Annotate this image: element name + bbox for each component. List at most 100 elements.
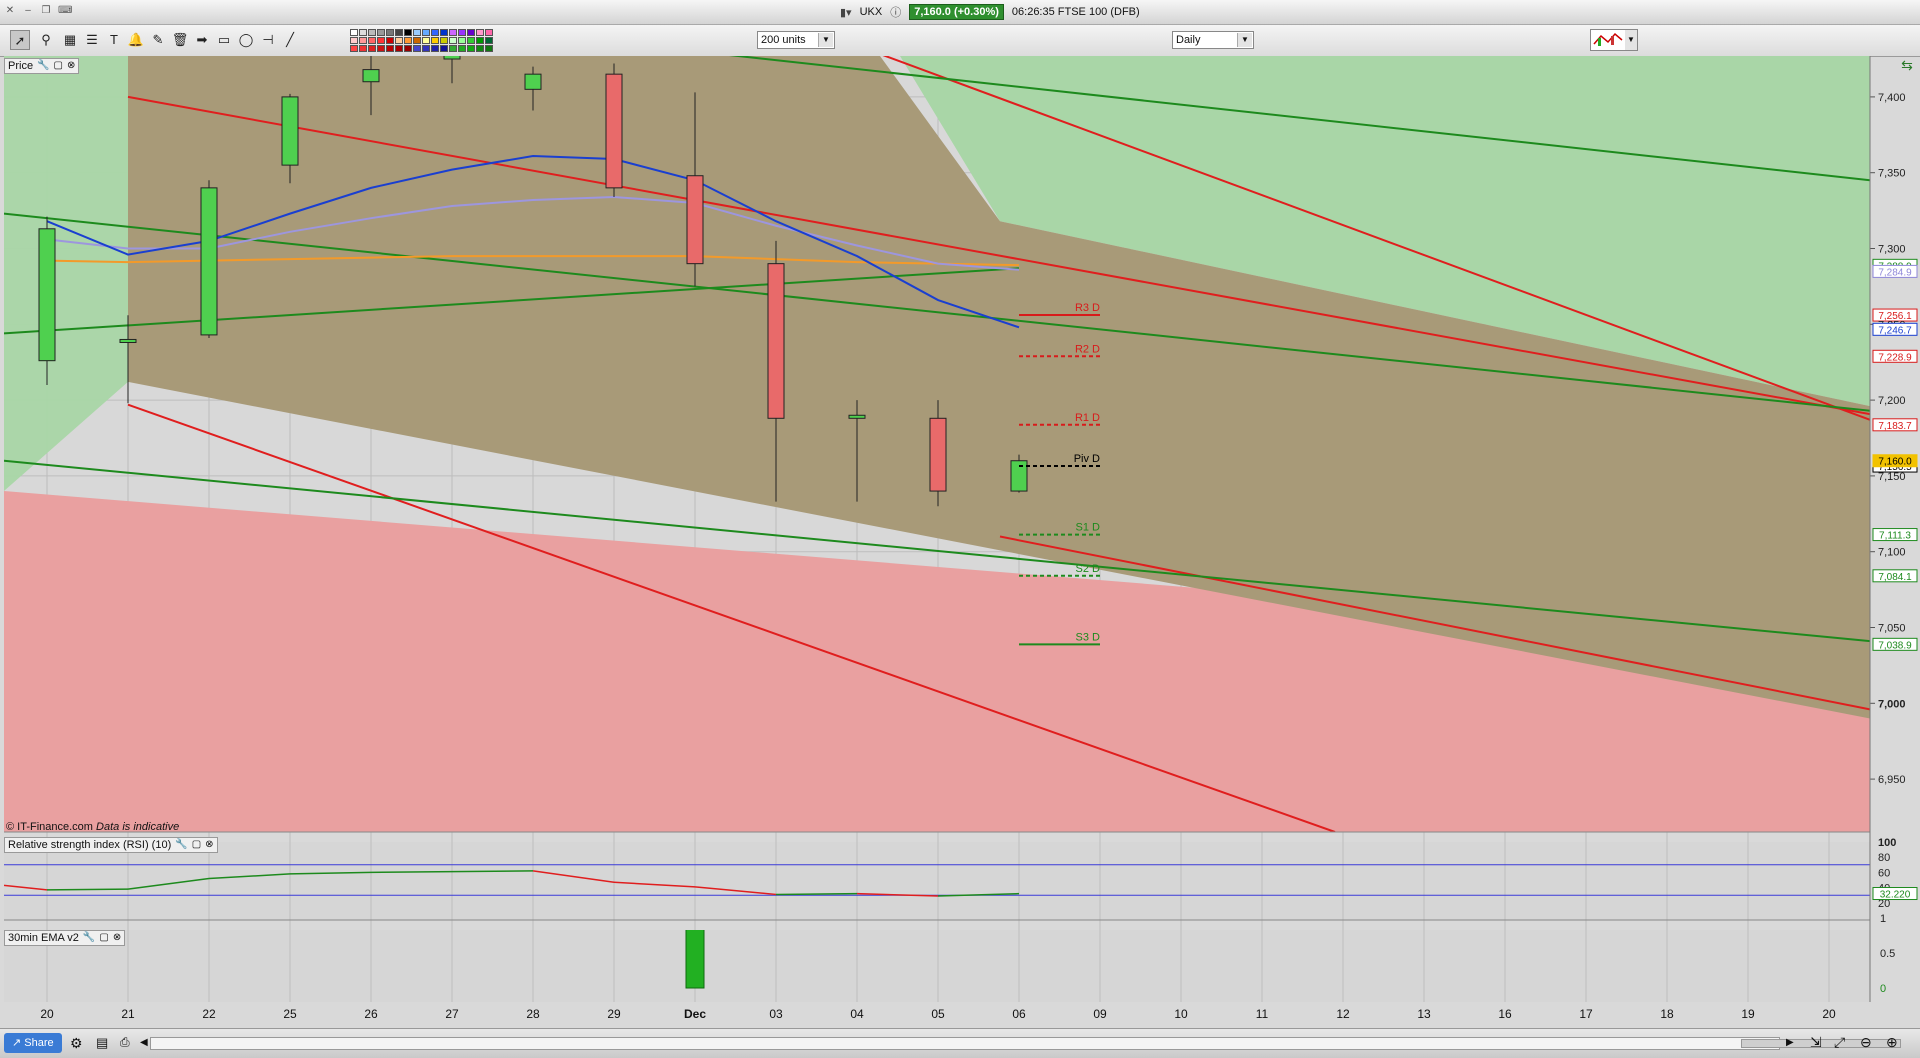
color-swatch[interactable] <box>476 29 484 36</box>
color-swatch[interactable] <box>404 37 412 44</box>
rsi-segment <box>370 870 453 874</box>
alert-bell-icon[interactable]: 🔔 <box>126 30 146 50</box>
close-panel-icon[interactable]: ⊗ <box>205 839 213 851</box>
wrench-icon[interactable]: 🔧 <box>83 932 95 944</box>
fibonacci-tool-icon[interactable]: ▦ <box>60 30 80 50</box>
maximize-panel-icon[interactable]: ▢ <box>192 839 201 851</box>
color-swatch[interactable] <box>485 45 493 52</box>
color-swatch[interactable] <box>440 45 448 52</box>
date-axis-label: 20 <box>40 1007 54 1021</box>
wrench-icon[interactable]: 🔧 <box>37 60 49 72</box>
draw-tool-icon[interactable]: ✎ <box>148 30 168 50</box>
color-swatch[interactable] <box>350 29 358 36</box>
units-select[interactable]: 200 units ▼ <box>757 31 835 49</box>
zoom-icon[interactable]: ⚲ <box>36 30 56 50</box>
scroll-left-icon[interactable]: ◀ <box>140 1037 148 1048</box>
color-swatch[interactable] <box>458 45 466 52</box>
close-panel-icon[interactable]: ⊗ <box>113 932 121 944</box>
price-tick-label: 7,050 <box>1878 623 1906 635</box>
color-swatch[interactable] <box>413 29 421 36</box>
horizontal-line-icon[interactable]: ⊣ <box>258 30 278 50</box>
color-swatch[interactable] <box>449 29 457 36</box>
color-swatch[interactable] <box>422 29 430 36</box>
rectangle-icon[interactable]: ▭ <box>214 30 234 50</box>
color-swatch[interactable] <box>368 45 376 52</box>
color-swatch[interactable] <box>449 37 457 44</box>
export-icon[interactable]: ⎙ <box>120 1035 130 1050</box>
color-swatch[interactable] <box>476 45 484 52</box>
autoscale-icon[interactable]: ⤢ <box>1834 1034 1845 1051</box>
color-swatch[interactable] <box>395 45 403 52</box>
color-swatch[interactable] <box>377 29 385 36</box>
time-scrollbar[interactable] <box>150 1037 1901 1050</box>
color-swatch[interactable] <box>485 29 493 36</box>
color-swatch[interactable] <box>377 37 385 44</box>
color-swatch[interactable] <box>458 37 466 44</box>
color-swatch[interactable] <box>422 37 430 44</box>
color-swatch[interactable] <box>350 37 358 44</box>
keyboard-icon[interactable]: ⌨ <box>58 5 72 17</box>
color-swatch[interactable] <box>440 37 448 44</box>
color-swatch[interactable] <box>431 37 439 44</box>
color-swatch[interactable] <box>404 29 412 36</box>
close-panel-icon[interactable]: ⊗ <box>67 60 75 72</box>
color-swatch[interactable] <box>431 29 439 36</box>
color-swatch[interactable] <box>386 37 394 44</box>
chart-type-select[interactable]: ▼ <box>1590 29 1638 51</box>
color-swatch[interactable] <box>359 45 367 52</box>
wrench-icon[interactable]: 🔧 <box>175 839 187 851</box>
fit-data-icon[interactable]: ⇲ <box>1810 1034 1822 1051</box>
info-icon[interactable]: ⓘ <box>890 4 901 20</box>
scroll-right-icon[interactable]: ▶ <box>1786 1037 1794 1048</box>
maximize-panel-icon[interactable]: ▢ <box>99 932 108 944</box>
color-swatch[interactable] <box>413 45 421 52</box>
color-swatch[interactable] <box>395 29 403 36</box>
chart-area[interactable]: R3 DR2 DR1 DPiv DS1 DS2 DS3 D 7,256.17,2… <box>0 56 1920 1028</box>
share-button[interactable]: ↗ Share <box>4 1033 62 1053</box>
color-swatch[interactable] <box>431 45 439 52</box>
color-swatch[interactable] <box>449 45 457 52</box>
color-swatch[interactable] <box>467 45 475 52</box>
restore-window-icon[interactable]: ❐ <box>40 5 52 17</box>
minimize-window-icon[interactable]: – <box>22 5 34 17</box>
color-swatch[interactable] <box>359 37 367 44</box>
pivot-label: S2 D <box>1076 563 1101 575</box>
color-swatch[interactable] <box>368 37 376 44</box>
interval-select[interactable]: Daily ▼ <box>1172 31 1254 49</box>
color-swatch[interactable] <box>413 37 421 44</box>
text-icon[interactable]: T <box>104 30 124 50</box>
color-swatch[interactable] <box>377 45 385 52</box>
rsi-segment <box>451 870 534 873</box>
candlestick-chart-icon <box>1593 32 1623 46</box>
color-swatch[interactable] <box>368 29 376 36</box>
color-swatch[interactable] <box>359 29 367 36</box>
trash-icon[interactable]: 🗑 <box>170 30 190 50</box>
color-swatch[interactable] <box>422 45 430 52</box>
pivot-axis-tag: 7,084.1 <box>1878 572 1912 583</box>
arrow-right-icon[interactable]: ➡ <box>192 30 212 50</box>
instrument-menu-icon[interactable]: ▮▾ <box>840 6 852 19</box>
color-swatch[interactable] <box>467 37 475 44</box>
pointer-icon[interactable]: ➚ <box>10 30 30 50</box>
settings-icon[interactable]: ⚙ <box>70 1035 83 1052</box>
zoom-out-icon[interactable]: ⊖ <box>1860 1034 1872 1051</box>
ellipse-icon[interactable]: ◯ <box>236 30 256 50</box>
close-window-icon[interactable]: ✕ <box>4 5 16 17</box>
date-axis-label: 25 <box>283 1007 297 1021</box>
color-swatch[interactable] <box>395 37 403 44</box>
color-swatch[interactable] <box>467 29 475 36</box>
color-swatch[interactable] <box>458 29 466 36</box>
color-swatch[interactable] <box>404 45 412 52</box>
color-swatch[interactable] <box>440 29 448 36</box>
color-swatch[interactable] <box>485 37 493 44</box>
line-style-icon[interactable]: ☰ <box>82 30 102 50</box>
zoom-in-icon[interactable]: ⊕ <box>1886 1034 1898 1051</box>
maximize-panel-icon[interactable]: ▢ <box>54 60 63 72</box>
color-swatch[interactable] <box>476 37 484 44</box>
color-swatch[interactable] <box>386 45 394 52</box>
trend-line-icon[interactable]: ╱ <box>280 30 300 50</box>
layout-icon[interactable]: ▤ <box>96 1035 108 1051</box>
rsi-tick-label: 60 <box>1878 867 1890 879</box>
color-swatch[interactable] <box>350 45 358 52</box>
color-swatch[interactable] <box>386 29 394 36</box>
